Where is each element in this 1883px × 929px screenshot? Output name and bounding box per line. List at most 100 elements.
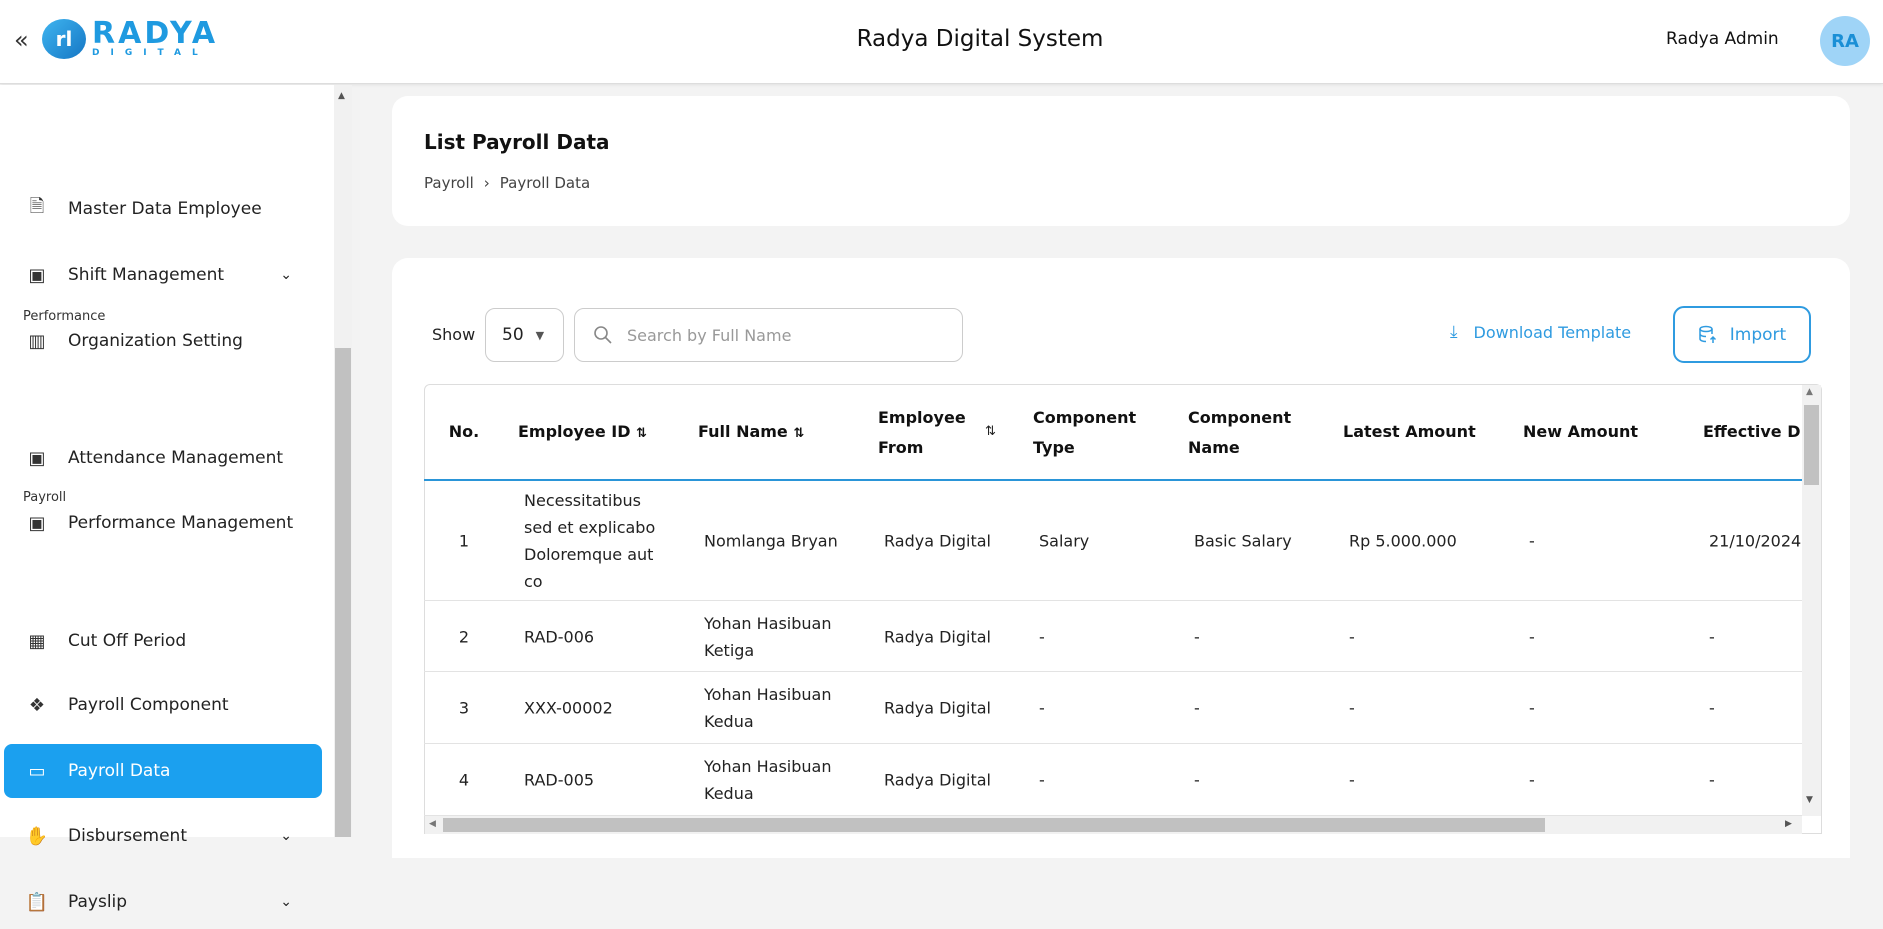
cell-full-name: Nomlanga Bryan	[704, 531, 838, 551]
cell-employee-id: RAD-005	[524, 770, 595, 790]
download-icon: ⤓	[1450, 322, 1458, 342]
user-name[interactable]: Radya Admin	[1666, 29, 1779, 49]
cell-component-name: -	[1194, 627, 1200, 646]
scrollbar-thumb[interactable]	[335, 348, 351, 837]
calendar-icon: ▦	[28, 630, 46, 652]
top-header: « rl RADYA DIGITAL Radya Digital System …	[0, 0, 1883, 84]
header-effective-date[interactable]: Effective D	[1703, 417, 1801, 447]
header-new-amount[interactable]: New Amount	[1523, 417, 1638, 447]
cell-employee-id: RAD-006	[524, 627, 595, 646]
cell-effective-date: 21/10/2024	[1709, 531, 1802, 551]
components-icon: ❖	[28, 694, 46, 716]
sidebar-item-attendance-management[interactable]: ▣ Attendance Management	[4, 431, 322, 485]
sidebar-item-payroll-data[interactable]: ▭ Payroll Data	[4, 744, 322, 798]
breadcrumb-separator-icon: ›	[483, 174, 490, 192]
scroll-left-icon[interactable]: ◀	[429, 819, 436, 829]
cell-effective-date: -	[1709, 627, 1715, 646]
cell-component-type: Salary	[1039, 531, 1090, 551]
table-horizontal-scrollbar[interactable]: ◀ ▶	[425, 816, 1802, 834]
search-placeholder: Search by Full Name	[627, 325, 792, 345]
cell-effective-date: -	[1709, 698, 1715, 718]
sidebar-item-master-data-employee[interactable]: 🗎 Master Data Employee	[4, 182, 322, 236]
cell-employee-from: Radya Digital	[884, 627, 991, 646]
cell-component-name: -	[1194, 770, 1200, 790]
sidebar-item-disbursement[interactable]: ✋ Disbursement ⌄	[4, 809, 322, 863]
building-icon: ▥	[28, 330, 46, 352]
cell-component-name: -	[1194, 698, 1200, 718]
sidebar-item-payslip[interactable]: 📋 Payslip ⌄	[4, 875, 322, 929]
cell-component-type: -	[1039, 770, 1045, 790]
breadcrumb-payroll[interactable]: Payroll	[424, 174, 474, 192]
cell-latest-amount: -	[1349, 770, 1355, 790]
page-size-select[interactable]: 50 ▼	[485, 308, 564, 362]
cell-new-amount: -	[1529, 531, 1535, 551]
cell-new-amount: -	[1529, 627, 1535, 646]
scrollbar-thumb[interactable]	[443, 818, 1545, 832]
avatar[interactable]: RA	[1820, 16, 1870, 66]
sidebar-item-label: Payslip	[68, 892, 128, 912]
sidebar-scrollbar[interactable]: ▲	[334, 85, 352, 837]
section-performance: Performance	[23, 309, 106, 324]
scroll-down-icon[interactable]: ▼	[1806, 795, 1813, 805]
chevron-down-icon: ▼	[535, 328, 545, 342]
search-input[interactable]: Search by Full Name	[574, 308, 963, 362]
show-label: Show	[432, 325, 476, 344]
scroll-up-icon[interactable]: ▲	[1806, 387, 1813, 397]
import-label: Import	[1729, 324, 1787, 345]
chevron-down-icon: ⌄	[280, 267, 292, 283]
sidebar-item-shift-management[interactable]: ▣ Shift Management ⌄	[4, 248, 322, 302]
cell-full-name: Yohan Hasibuan Kedua	[704, 685, 832, 731]
grid-icon: ▣	[28, 512, 46, 534]
download-label: Download Template	[1473, 322, 1632, 342]
download-template-button[interactable]: ⤓ Download Template	[1450, 322, 1631, 342]
wallet-icon: ▭	[28, 760, 46, 782]
breadcrumb: Payroll › Payroll Data	[424, 174, 590, 192]
cell-employee-from: Radya Digital	[884, 698, 991, 718]
sidebar-item-label: Performance Management	[68, 513, 294, 533]
header-latest-amount[interactable]: Latest Amount	[1343, 417, 1476, 447]
cell-employee-from: Radya Digital	[884, 770, 991, 790]
grid-icon: ▣	[28, 447, 46, 469]
sort-icon[interactable]: ⇅	[636, 426, 647, 441]
page-header-card: List Payroll Data Payroll › Payroll Data	[392, 96, 1850, 226]
scrollbar-thumb[interactable]	[1804, 405, 1819, 485]
cell-effective-date: -	[1709, 770, 1715, 790]
header-employee-id[interactable]: Employee ID ⇅	[518, 417, 647, 449]
cell-latest-amount: Rp 5.000.000	[1349, 531, 1457, 551]
sidebar-item-label: Attendance Management	[68, 448, 284, 468]
header-employee-from[interactable]: Employee From	[878, 403, 966, 463]
breadcrumb-payroll-data: Payroll Data	[499, 174, 591, 192]
document-icon: 🗎	[29, 196, 45, 217]
clipboard-icon: 📋	[25, 891, 49, 913]
sidebar-item-label: Shift Management	[68, 265, 225, 285]
header-no[interactable]: No.	[449, 417, 479, 447]
scroll-right-icon[interactable]: ▶	[1785, 819, 1792, 829]
sidebar-item-cut-off-period[interactable]: ▦ Cut Off Period	[4, 614, 322, 668]
search-icon	[594, 326, 612, 344]
sidebar-item-label: Master Data Employee	[68, 199, 262, 219]
cell-employee-id: XXX-00002	[524, 698, 613, 718]
cell-latest-amount: -	[1349, 627, 1355, 646]
cell-latest-amount: -	[1349, 698, 1355, 718]
sidebar-item-label: Cut Off Period	[68, 631, 187, 651]
sidebar-item-payroll-component[interactable]: ❖ Payroll Component	[4, 678, 322, 732]
scroll-up-icon[interactable]: ▲	[338, 91, 345, 101]
sidebar-item-label: Payroll Data	[68, 761, 171, 781]
import-button[interactable]: Import	[1673, 306, 1811, 363]
table-vertical-scrollbar[interactable]: ▲ ▼	[1802, 385, 1821, 816]
page-size-value: 50	[502, 325, 524, 345]
header-full-name[interactable]: Full Name ⇅	[698, 417, 804, 449]
header-component-name[interactable]: Component Name	[1188, 403, 1291, 463]
sidebar-item-label: Organization Setting	[68, 331, 243, 351]
cell-no: 1	[458, 531, 470, 551]
cell-no: 2	[458, 627, 470, 646]
cell-new-amount: -	[1529, 698, 1535, 718]
sort-icon[interactable]: ⇅	[793, 426, 804, 441]
cell-no: 4	[458, 770, 470, 790]
cell-full-name: Yohan Hasibuan Ketiga	[704, 613, 832, 660]
page-title: List Payroll Data	[424, 130, 610, 154]
header-component-type[interactable]: Component Type	[1033, 403, 1136, 463]
hand-coin-icon: ✋	[25, 825, 49, 847]
sort-icon[interactable]: ⇅	[985, 424, 996, 439]
chevron-down-icon: ⌄	[280, 828, 292, 844]
